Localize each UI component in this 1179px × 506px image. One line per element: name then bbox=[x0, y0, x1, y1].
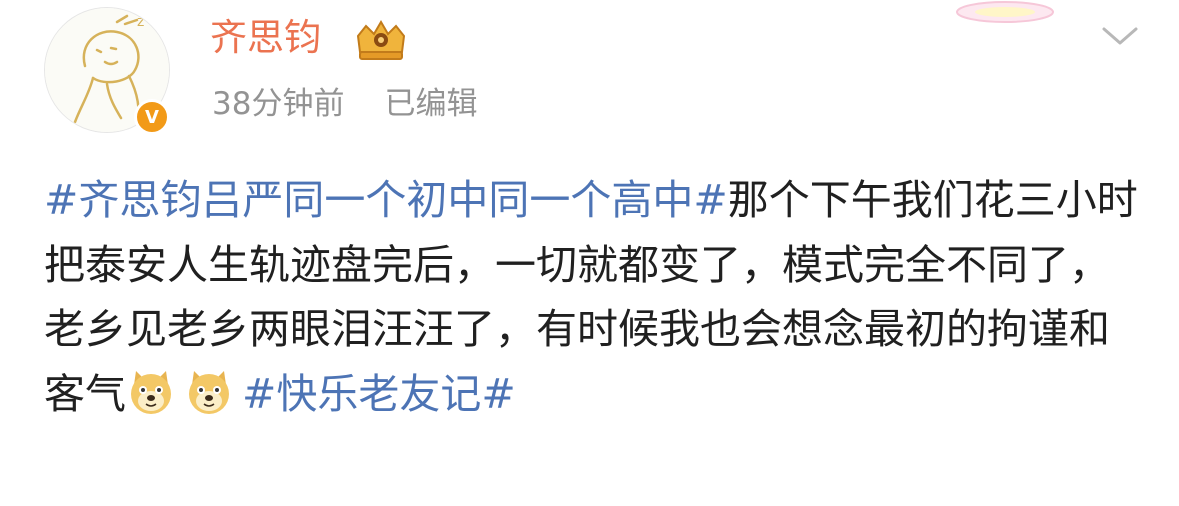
crown-badge-icon[interactable] bbox=[352, 18, 410, 62]
post-time[interactable]: 38分钟前 bbox=[212, 86, 344, 122]
doge-emoji-icon bbox=[131, 370, 171, 414]
chevron-down-icon[interactable] bbox=[1100, 24, 1140, 48]
card-decoration-icon bbox=[956, 1, 1054, 23]
post-text: #齐思钧吕严同一个初中同一个高中#那个下午我们花三小时把泰安人生轨迹盘完后，一切… bbox=[44, 168, 1144, 426]
doge-emoji-icon bbox=[189, 370, 229, 414]
edited-label[interactable]: 已编辑 bbox=[384, 86, 477, 122]
hashtag-link[interactable]: #快乐老友记# bbox=[242, 370, 516, 418]
verified-badge-icon: V bbox=[134, 99, 170, 135]
username[interactable]: 齐思钧 bbox=[210, 12, 321, 64]
svg-text:z: z bbox=[137, 14, 144, 30]
svg-text:z: z bbox=[147, 8, 153, 21]
hashtag-link[interactable]: #齐思钧吕严同一个初中同一个高中# bbox=[44, 176, 728, 224]
avatar-container[interactable]: z z V bbox=[44, 7, 172, 135]
post-meta: 38分钟前 已编辑 bbox=[212, 82, 477, 126]
